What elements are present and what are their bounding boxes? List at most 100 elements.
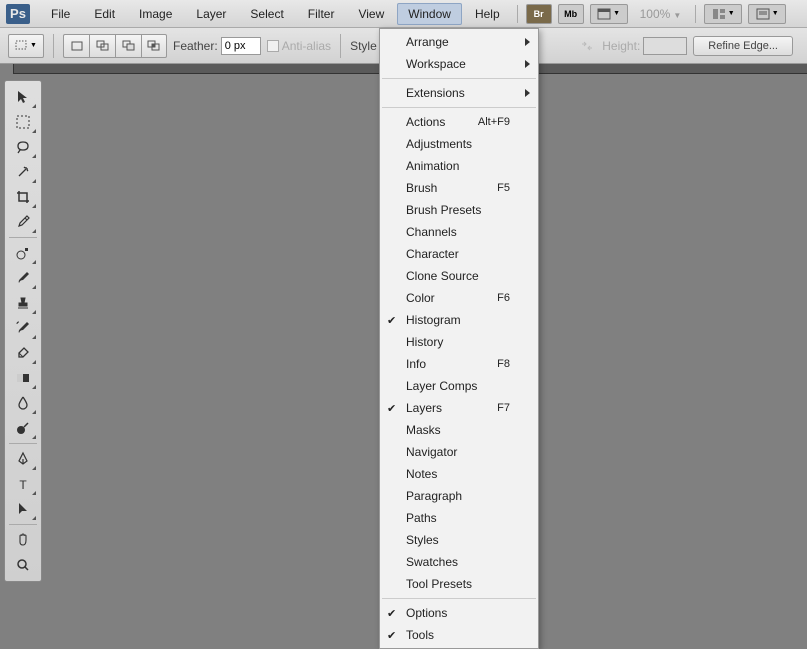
menu-help[interactable]: Help <box>464 3 511 25</box>
menu-window[interactable]: Window <box>397 3 462 25</box>
tool-separator <box>9 443 37 444</box>
menu-filter[interactable]: Filter <box>297 3 346 25</box>
dd-separator <box>382 598 536 599</box>
menu-divider <box>517 5 518 23</box>
dd-swatches[interactable]: Swatches <box>380 551 538 573</box>
tool-lasso[interactable] <box>9 135 37 159</box>
submenu-arrow-icon <box>525 89 530 97</box>
dd-styles[interactable]: Styles <box>380 529 538 551</box>
menu-layer[interactable]: Layer <box>185 3 237 25</box>
dd-arrange[interactable]: Arrange <box>380 31 538 53</box>
tool-crop[interactable] <box>9 185 37 209</box>
tool-panel: T <box>4 80 42 582</box>
tool-pen[interactable] <box>9 447 37 471</box>
dd-layers[interactable]: ✔LayersF7 <box>380 397 538 419</box>
dd-paragraph[interactable]: Paragraph <box>380 485 538 507</box>
refine-edge-button[interactable]: Refine Edge... <box>693 36 793 56</box>
divider <box>340 34 341 58</box>
dd-actions[interactable]: ActionsAlt+F9 <box>380 111 538 133</box>
dd-navigator[interactable]: Navigator <box>380 441 538 463</box>
svg-text:T: T <box>19 478 27 492</box>
swap-icon <box>580 40 594 52</box>
tool-dodge[interactable] <box>9 416 37 440</box>
menu-divider <box>695 5 696 23</box>
style-label: Style <box>350 39 377 53</box>
tool-path-select[interactable] <box>9 497 37 521</box>
tool-type[interactable]: T <box>9 472 37 496</box>
screen-mode-2-button[interactable]: ▼ <box>748 4 786 24</box>
dd-character[interactable]: Character <box>380 243 538 265</box>
feather-field: Feather: <box>173 37 261 55</box>
check-icon: ✔ <box>387 402 396 415</box>
dd-notes[interactable]: Notes <box>380 463 538 485</box>
feather-label: Feather: <box>173 39 218 53</box>
submenu-arrow-icon <box>525 60 530 68</box>
selection-new[interactable] <box>63 34 89 58</box>
dd-brush[interactable]: BrushF5 <box>380 177 538 199</box>
dd-layer-comps[interactable]: Layer Comps <box>380 375 538 397</box>
tool-wand[interactable] <box>9 160 37 184</box>
tool-blur[interactable] <box>9 391 37 415</box>
dd-clone-source[interactable]: Clone Source <box>380 265 538 287</box>
antialias-label: Anti-alias <box>282 39 331 53</box>
tool-gradient[interactable] <box>9 366 37 390</box>
menu-select[interactable]: Select <box>239 3 294 25</box>
dd-info[interactable]: InfoF8 <box>380 353 538 375</box>
selection-subtract[interactable] <box>115 34 141 58</box>
tool-marquee[interactable] <box>9 110 37 134</box>
height-input <box>643 37 687 55</box>
tab-nub[interactable] <box>0 64 14 74</box>
tool-separator <box>9 237 37 238</box>
tool-move[interactable] <box>9 85 37 109</box>
dd-masks[interactable]: Masks <box>380 419 538 441</box>
submenu-arrow-icon <box>525 38 530 46</box>
selection-intersect[interactable] <box>141 34 167 58</box>
dd-brush-presets[interactable]: Brush Presets <box>380 199 538 221</box>
divider <box>53 34 54 58</box>
menu-view[interactable]: View <box>347 3 395 25</box>
tool-spot-heal[interactable] <box>9 241 37 265</box>
dd-color[interactable]: ColorF6 <box>380 287 538 309</box>
tool-stamp[interactable] <box>9 291 37 315</box>
zoom-level[interactable]: 100%▼ <box>640 7 682 21</box>
tool-zoom[interactable] <box>9 553 37 577</box>
bridge-button[interactable]: Br <box>526 4 552 24</box>
dd-separator <box>382 107 536 108</box>
selection-add[interactable] <box>89 34 115 58</box>
width-field <box>580 40 594 52</box>
dd-histogram[interactable]: ✔Histogram <box>380 309 538 331</box>
dd-paths[interactable]: Paths <box>380 507 538 529</box>
tool-hand[interactable] <box>9 528 37 552</box>
style-field: Style <box>350 39 377 53</box>
selection-mode-group <box>63 34 167 58</box>
dd-animation[interactable]: Animation <box>380 155 538 177</box>
window-menu-dropdown: Arrange Workspace Extensions ActionsAlt+… <box>379 28 539 649</box>
dd-adjustments[interactable]: Adjustments <box>380 133 538 155</box>
dd-tool-presets[interactable]: Tool Presets <box>380 573 538 595</box>
arrange-docs-button[interactable]: ▼ <box>704 4 742 24</box>
tool-preset-picker[interactable]: ▼ <box>8 34 44 58</box>
dd-tools[interactable]: ✔Tools <box>380 624 538 646</box>
feather-input[interactable] <box>221 37 261 55</box>
tool-history-brush[interactable] <box>9 316 37 340</box>
check-icon: ✔ <box>387 629 396 642</box>
menu-file[interactable]: File <box>40 3 81 25</box>
dd-channels[interactable]: Channels <box>380 221 538 243</box>
antialias-checkbox[interactable] <box>267 40 279 52</box>
dd-workspace[interactable]: Workspace <box>380 53 538 75</box>
dd-history[interactable]: History <box>380 331 538 353</box>
dd-extensions[interactable]: Extensions <box>380 82 538 104</box>
dd-options[interactable]: ✔Options <box>380 602 538 624</box>
dd-separator <box>382 78 536 79</box>
menu-image[interactable]: Image <box>128 3 183 25</box>
tool-eyedropper[interactable] <box>9 210 37 234</box>
tool-eraser[interactable] <box>9 341 37 365</box>
check-icon: ✔ <box>387 607 396 620</box>
check-icon: ✔ <box>387 314 396 327</box>
tool-brush[interactable] <box>9 266 37 290</box>
mini-bridge-button[interactable]: Mb <box>558 4 584 24</box>
antialias-field: Anti-alias <box>267 39 331 53</box>
tool-separator <box>9 524 37 525</box>
menu-edit[interactable]: Edit <box>83 3 126 25</box>
screen-mode-button[interactable]: ▼ <box>590 4 628 24</box>
